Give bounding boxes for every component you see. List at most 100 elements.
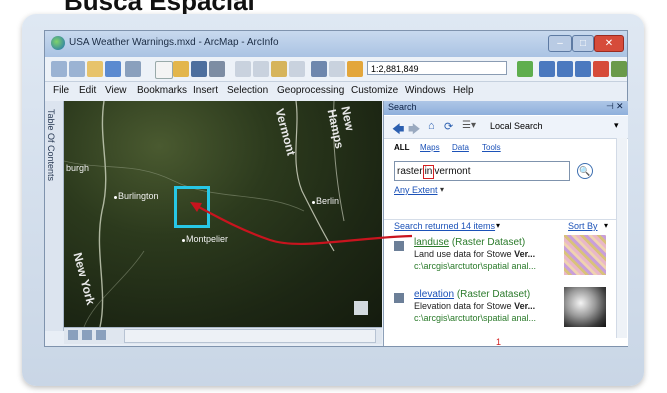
tab-tools[interactable]: Tools (482, 143, 501, 152)
undo-icon[interactable] (311, 61, 327, 77)
new-document-icon[interactable] (155, 61, 173, 79)
scope-chevron-down-icon[interactable]: ▾ (614, 120, 619, 131)
query-cursor-token: in (422, 165, 435, 179)
window-title: USA Weather Warnings.mxd - ArcMap - ArcI… (69, 37, 279, 48)
search-panel-title: Search (388, 102, 417, 112)
toc-label: Table Of Contents (46, 109, 56, 182)
result-description: Land use data for Stowe Ver... (414, 249, 536, 259)
any-extent-dropdown[interactable]: Any Extent (394, 185, 438, 195)
search-toolbar: 🡄 🡆 ⌂ ⟳ ☰▾ Local Search ▾ (384, 116, 628, 139)
results-summary[interactable]: Search returned 14 items (394, 221, 495, 231)
berlin-point (312, 201, 315, 204)
pin-icon[interactable]: ⊣ (606, 101, 614, 112)
result-title[interactable]: elevation (Raster Dataset) (414, 289, 530, 300)
menu-view[interactable]: View (105, 85, 127, 96)
print-icon[interactable] (209, 61, 225, 77)
burlington-label: Burlington (118, 191, 159, 201)
map-status-bar (64, 327, 382, 344)
search-vertical-scrollbar[interactable] (616, 138, 627, 338)
sort-chevron-icon[interactable]: ▾ (604, 221, 608, 230)
raster-dataset-icon (394, 241, 404, 251)
query-suffix: vermont (434, 166, 471, 177)
refresh-search-icon[interactable]: ⟳ (444, 120, 453, 133)
arctoolbox-icon[interactable] (593, 61, 609, 77)
arcmap-app-icon (51, 36, 65, 50)
copy-icon[interactable] (253, 61, 269, 77)
menu-geoprocessing[interactable]: Geoprocessing (277, 85, 344, 96)
table-of-contents-tab[interactable]: Table Of Contents (45, 101, 64, 331)
menu-bar: File Edit View Bookmarks Insert Selectio… (45, 82, 627, 100)
forward-arrow-icon[interactable]: 🡆 (408, 120, 420, 141)
montpelier-point (182, 239, 185, 242)
refresh-icon[interactable] (82, 330, 92, 340)
close-icon: ✕ (604, 38, 614, 49)
map-horizontal-scrollbar[interactable] (124, 329, 376, 343)
pause-icon[interactable] (96, 330, 106, 340)
search-options-icon[interactable]: ☰▾ (462, 120, 476, 131)
maximize-button[interactable]: □ (572, 35, 594, 52)
montpelier-label: Montpelier (186, 234, 229, 244)
menu-edit[interactable]: Edit (79, 85, 96, 96)
home-icon[interactable]: ⌂ (428, 120, 435, 132)
burgh-label: burgh (66, 163, 90, 173)
search-area-highlight (174, 186, 210, 228)
back-arrow-icon[interactable]: 🡄 (392, 120, 404, 141)
table-of-contents-icon[interactable] (539, 61, 555, 77)
sort-by-dropdown[interactable]: Sort By (568, 221, 598, 231)
cut-icon[interactable] (235, 61, 251, 77)
maximize-icon: □ (579, 38, 587, 49)
full-extent-icon[interactable] (105, 61, 121, 77)
title-bar: USA Weather Warnings.mxd - ArcMap - ArcI… (45, 31, 627, 57)
search-input[interactable]: raster in vermont (394, 161, 570, 181)
results-page-number[interactable]: 1 (496, 337, 501, 347)
menu-help[interactable]: Help (453, 85, 474, 96)
close-panel-icon[interactable]: ✕ (616, 101, 624, 112)
result-item-landuse[interactable]: landuse (Raster Dataset) Land use data f… (384, 235, 610, 287)
save-icon[interactable] (191, 61, 207, 77)
result-description: Elevation data for Stowe Ver... (414, 301, 536, 311)
map-scale-input[interactable]: 1:2,881,849 (367, 61, 507, 75)
arcmap-window: USA Weather Warnings.mxd - ArcMap - ArcI… (44, 30, 628, 347)
pan-icon[interactable] (87, 61, 103, 77)
menu-file[interactable]: File (53, 85, 69, 96)
editor-toolbar-icon[interactable] (517, 61, 533, 77)
map-view[interactable]: Burlington Montpelier Berlin burgh Vermo… (64, 101, 382, 327)
delete-icon[interactable] (289, 61, 305, 77)
zoom-out-icon[interactable] (69, 61, 85, 77)
tab-maps[interactable]: Maps (420, 143, 440, 152)
zoom-in-icon[interactable] (51, 61, 67, 77)
tab-all[interactable]: ALL (394, 143, 410, 152)
landuse-thumbnail (564, 235, 606, 275)
extent-chevron-icon[interactable]: ▾ (440, 185, 444, 194)
fixed-zoom-icon[interactable] (125, 61, 141, 77)
search-panel: Search ⊣ ✕ 🡄 🡆 ⌂ ⟳ ☰▾ Local Search ▾ ALL… (383, 101, 628, 347)
results-chevron-icon[interactable]: ▾ (496, 221, 500, 230)
minimize-icon: – (557, 38, 563, 49)
add-data-icon[interactable] (347, 61, 363, 77)
berlin-label: Berlin (316, 196, 340, 206)
search-panel-header: Search ⊣ ✕ (384, 101, 628, 115)
minimize-button[interactable]: – (548, 35, 572, 52)
result-path: c:\arcgis\arctutor\spatial anal... (414, 261, 537, 271)
search-window-icon[interactable] (575, 61, 591, 77)
result-item-elevation[interactable]: elevation (Raster Dataset) Elevation dat… (384, 287, 610, 339)
result-title[interactable]: landuse (Raster Dataset) (414, 237, 525, 248)
query-prefix: raster (397, 166, 423, 177)
close-button[interactable]: ✕ (594, 35, 624, 52)
elevation-thumbnail (564, 287, 606, 327)
open-folder-icon[interactable] (173, 61, 189, 77)
raster-dataset-icon (394, 293, 404, 303)
paste-icon[interactable] (271, 61, 287, 77)
menu-windows[interactable]: Windows (405, 85, 446, 96)
menu-selection[interactable]: Selection (227, 85, 268, 96)
tab-data[interactable]: Data (452, 143, 469, 152)
redo-icon[interactable] (329, 61, 345, 77)
menu-insert[interactable]: Insert (193, 85, 218, 96)
search-go-icon[interactable]: 🔍 (577, 163, 593, 179)
model-builder-icon[interactable] (611, 61, 627, 77)
menu-bookmarks[interactable]: Bookmarks (137, 85, 187, 96)
search-scope-dropdown[interactable]: Local Search (490, 121, 543, 131)
menu-customize[interactable]: Customize (351, 85, 398, 96)
layout-view-icon[interactable] (68, 330, 78, 340)
catalog-icon[interactable] (557, 61, 573, 77)
